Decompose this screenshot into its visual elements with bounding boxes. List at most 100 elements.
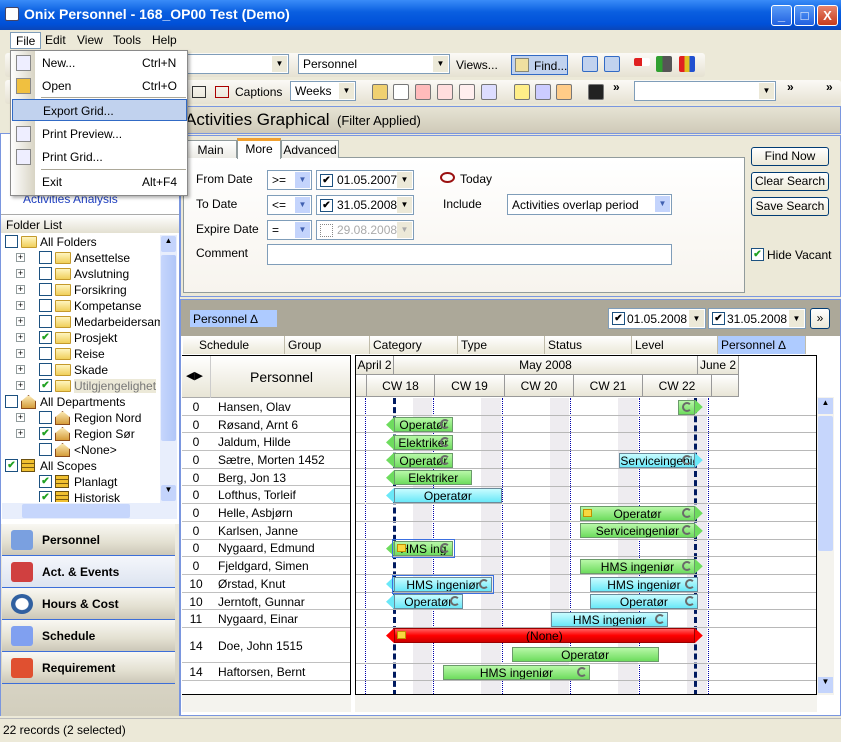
bar-chart-icon[interactable] — [679, 56, 695, 72]
tree-checkbox[interactable]: ✔ — [39, 331, 52, 344]
table-row[interactable]: 0 Sætre, Morten 1452 — [182, 451, 350, 469]
toolbar-overflow-button[interactable]: » — [613, 80, 620, 94]
expand-icon[interactable]: + — [16, 413, 25, 422]
group-chip-personnel[interactable]: Personnel ∆ — [190, 310, 277, 327]
sort-icon[interactable] — [481, 84, 497, 100]
tree-horizontal-scrollbar[interactable] — [2, 503, 177, 519]
tree-item[interactable]: All Folders — [1, 234, 161, 250]
expand-icon[interactable]: + — [16, 269, 25, 278]
personnel-header[interactable]: Personnel — [250, 369, 313, 385]
tab-more[interactable]: More — [237, 138, 281, 159]
tree-item[interactable]: + Forsikring — [1, 282, 161, 298]
expand-icon[interactable]: + — [16, 253, 25, 262]
tree-item[interactable]: + Medarbeidersamtale — [1, 314, 161, 330]
nav-hours-cost[interactable]: Hours & Cost — [2, 588, 175, 620]
layout-list-icon[interactable] — [604, 56, 620, 72]
nav-requirement[interactable]: Requirement — [2, 652, 175, 684]
add-list-icon[interactable] — [656, 56, 672, 72]
from-date-picker[interactable]: ✔ 01.05.2007 ▼ — [316, 170, 414, 190]
tree-item[interactable]: ✔ Historisk — [1, 490, 161, 502]
nav-act-events[interactable]: Act. & Events — [2, 556, 175, 588]
find-button[interactable]: Find... — [511, 55, 568, 75]
minimize-button[interactable]: _ — [771, 5, 792, 26]
activity-bar[interactable]: Elektriker — [394, 470, 473, 486]
view-combo[interactable]: Personnel ▼ — [298, 54, 450, 74]
column-header-level[interactable]: Level — [632, 336, 718, 354]
tree-item[interactable]: + ✔ Prosjekt — [1, 330, 161, 346]
from-date-checkbox[interactable]: ✔ — [320, 174, 333, 187]
tree-checkbox[interactable] — [39, 443, 52, 456]
list-icon[interactable] — [514, 84, 530, 100]
table-row[interactable]: 11 Nygaard, Einar — [182, 610, 350, 629]
tree-item[interactable]: ✔ All Scopes — [1, 458, 161, 474]
comment-input[interactable] — [267, 244, 672, 265]
report-icon[interactable] — [393, 84, 409, 100]
tree-checkbox[interactable] — [39, 363, 52, 376]
activity-bar[interactable]: Operatør — [394, 594, 463, 610]
to-date-picker[interactable]: ✔ 31.05.2008 ▼ — [316, 195, 414, 215]
activity-bar[interactable]: Operatør — [394, 488, 502, 503]
toolbar-overflow-button-2[interactable]: » — [787, 80, 794, 94]
tree-checkbox[interactable] — [39, 347, 52, 360]
period-combo[interactable]: Weeks ▼ — [290, 81, 356, 101]
tree-checkbox[interactable] — [5, 395, 18, 408]
layout-panes-icon[interactable] — [582, 56, 598, 72]
activity-bar[interactable]: Serviceingeniør — [580, 523, 695, 539]
people-icon[interactable] — [556, 84, 572, 100]
tree-item[interactable]: <None> — [1, 442, 161, 458]
column-header-category[interactable]: Category — [370, 336, 458, 354]
column-header-personnel[interactable]: Personnel ∆ — [718, 336, 806, 354]
expire-date-picker[interactable]: 29.08.2008 ▼ — [316, 220, 414, 240]
table-row[interactable]: 0 Jaldum, Hilde — [182, 433, 350, 452]
table-row[interactable]: 0 Røsand, Arnt 6 — [182, 416, 350, 434]
copy-icon[interactable] — [437, 84, 453, 100]
column-header-status[interactable]: Status — [545, 336, 632, 354]
menu-view[interactable]: View — [72, 32, 108, 49]
table-row[interactable]: 0 Berg, Jon 13 — [182, 469, 350, 487]
activity-bar[interactable]: HMS ingeniør — [392, 574, 494, 594]
include-combo[interactable]: Activities overlap period ▼ — [507, 194, 672, 215]
expand-collapse-arrows-icon[interactable]: ◀▶ — [186, 369, 203, 382]
activity-bar[interactable]: Operatør — [394, 452, 453, 468]
table-row[interactable]: 10 Jerntoft, Gunnar — [182, 593, 350, 611]
column-header-schedule[interactable]: Schedule — [183, 336, 285, 354]
tree-item[interactable]: + ✔ Utilgjengelighet — [1, 378, 161, 394]
menu-help[interactable]: Help — [147, 32, 182, 49]
nav-personnel[interactable]: Personnel — [2, 524, 175, 556]
tree-checkbox[interactable]: ✔ — [5, 459, 18, 472]
text-format-icon[interactable] — [192, 86, 206, 98]
activity-bar[interactable]: HMS ingeniør — [443, 665, 590, 680]
hide-vacant-checkbox[interactable]: ✔ — [751, 248, 764, 261]
tree-item[interactable]: + Kompetanse — [1, 298, 161, 314]
tree-checkbox[interactable] — [39, 251, 52, 264]
captions-button[interactable]: Captions — [235, 85, 282, 99]
table-row[interactable]: 0 Karlsen, Janne — [182, 522, 350, 540]
activity-bar[interactable]: Serviceingeniør — [619, 452, 695, 468]
expire-date-operator-combo[interactable]: = ▼ — [267, 220, 312, 240]
tree-item[interactable]: + ✔ Region Sør — [1, 426, 161, 442]
save-search-button[interactable]: Save Search — [751, 197, 829, 216]
gantt-scroll-thumb[interactable] — [818, 416, 833, 551]
tree-checkbox[interactable] — [39, 299, 52, 312]
today-link[interactable]: Today — [460, 172, 492, 186]
menu-edit[interactable]: Edit — [40, 32, 71, 49]
table-row[interactable]: 0 Nygaard, Edmund — [182, 540, 350, 558]
activity-bar[interactable]: Operatør — [580, 505, 695, 521]
views-button[interactable]: Views... — [456, 58, 498, 72]
activity-bar[interactable]: (None) — [394, 628, 695, 644]
report-red-icon[interactable] — [415, 84, 431, 100]
from-date-operator-combo[interactable]: >= ▼ — [267, 170, 312, 190]
to-date-operator-combo[interactable]: <= ▼ — [267, 195, 312, 215]
table-row[interactable]: 10 Ørstad, Knut — [182, 575, 350, 593]
scroll-up-icon[interactable]: ▲ — [161, 236, 176, 252]
to-date-checkbox[interactable]: ✔ — [320, 199, 333, 212]
toolbar-overflow-button-3[interactable]: » — [826, 80, 833, 94]
table-row[interactable]: 0 Helle, Asbjørn — [182, 504, 350, 522]
tree-item[interactable]: + Skade — [1, 362, 161, 378]
tree-vertical-scrollbar[interactable]: ▲ ▼ — [160, 235, 177, 503]
expand-icon[interactable]: + — [16, 365, 25, 374]
expand-icon[interactable]: + — [16, 301, 25, 310]
tree-item[interactable]: + Region Nord — [1, 410, 161, 426]
activity-bar[interactable]: HMS ingeniør — [590, 576, 698, 592]
expand-icon[interactable]: + — [16, 317, 25, 326]
